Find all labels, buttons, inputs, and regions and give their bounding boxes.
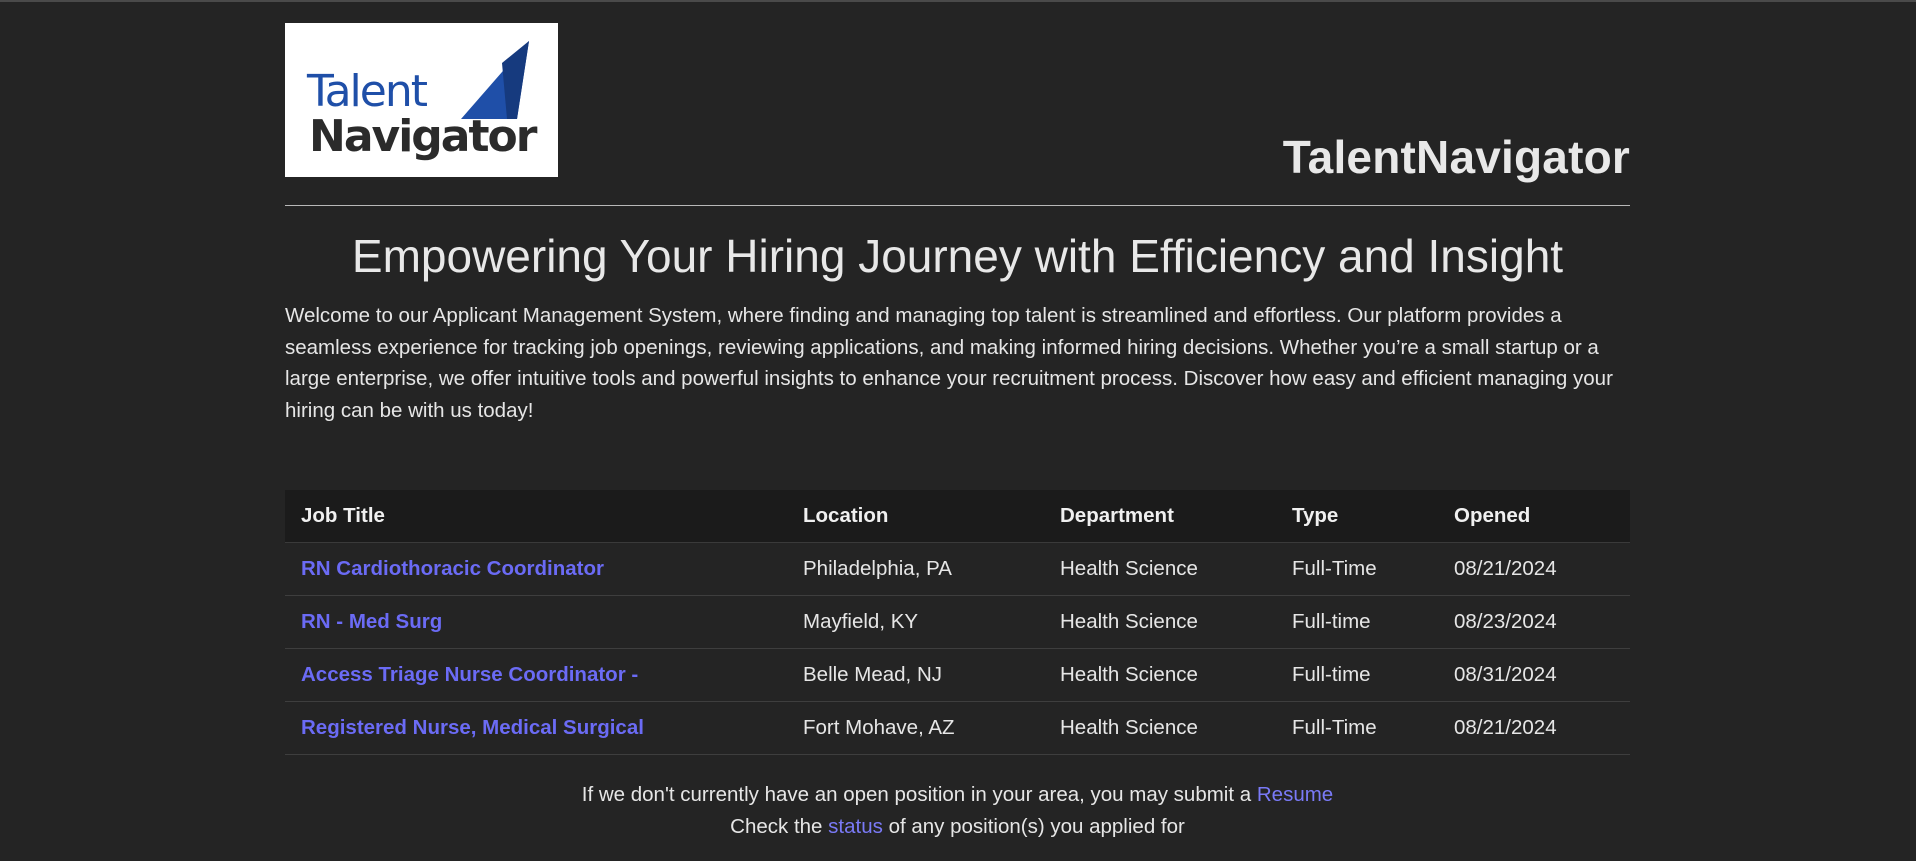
opened-cell: 08/31/2024 xyxy=(1438,648,1630,702)
status-link[interactable]: status xyxy=(828,815,883,838)
resume-link[interactable]: Resume xyxy=(1257,783,1333,806)
job-title-link[interactable]: RN - Med Surg xyxy=(301,610,442,633)
opened-cell: 08/23/2024 xyxy=(1438,595,1630,649)
type-cell: Full-time xyxy=(1276,595,1438,649)
table-row: RN Cardiothoracic Coordinator Philadelph… xyxy=(285,542,1630,596)
logo-text-navigator: Navigator xyxy=(309,111,538,162)
job-title-cell: Access Triage Nurse Coordinator - xyxy=(285,648,787,702)
talent-navigator-logo[interactable]: Talent Navigator xyxy=(285,23,558,177)
location-cell: Belle Mead, NJ xyxy=(787,648,1044,702)
logo-text-talent: Talent xyxy=(306,66,428,117)
page-container: Talent Navigator TalentNavigator Empower… xyxy=(285,23,1630,843)
location-cell: Fort Mohave, AZ xyxy=(787,701,1044,755)
page-headline: Empowering Your Hiring Journey with Effi… xyxy=(351,230,1564,282)
job-title-link[interactable]: Registered Nurse, Medical Surgical xyxy=(301,716,644,739)
department-cell: Health Science xyxy=(1044,648,1276,702)
logo-graphic: Talent Navigator xyxy=(306,41,540,162)
job-title-cell: RN Cardiothoracic Coordinator xyxy=(285,542,787,596)
status-line: Check the status of any position(s) you … xyxy=(285,811,1630,843)
logo-triangle-shade xyxy=(502,41,529,119)
table-row: Access Triage Nurse Coordinator - Belle … xyxy=(285,648,1630,702)
location-cell: Philadelphia, PA xyxy=(787,542,1044,596)
opened-cell: 08/21/2024 xyxy=(1438,542,1630,596)
site-header: Talent Navigator TalentNavigator xyxy=(285,23,1630,206)
table-row: RN - Med Surg Mayfield, KY Health Scienc… xyxy=(285,595,1630,649)
intro-paragraph: Welcome to our Applicant Management Syst… xyxy=(285,304,1613,422)
department-cell: Health Science xyxy=(1044,701,1276,755)
footer-note: If we don't currently have an open posit… xyxy=(285,779,1630,843)
department-cell: Health Science xyxy=(1044,595,1276,649)
job-openings-table: Job Title Location Department Type Opene… xyxy=(285,490,1630,755)
column-header-opened: Opened xyxy=(1438,490,1630,543)
job-title-cell: Registered Nurse, Medical Surgical xyxy=(285,701,787,755)
type-cell: Full-Time xyxy=(1276,701,1438,755)
table-header-row: Job Title Location Department Type Opene… xyxy=(285,490,1630,543)
job-title-link[interactable]: Access Triage Nurse Coordinator - xyxy=(301,663,638,686)
status-line-after: of any position(s) you applied for xyxy=(888,815,1185,838)
table-row: Registered Nurse, Medical Surgical Fort … xyxy=(285,701,1630,755)
site-title: TalentNavigator xyxy=(1282,131,1630,183)
type-cell: Full-Time xyxy=(1276,542,1438,596)
opened-cell: 08/21/2024 xyxy=(1438,701,1630,755)
top-border xyxy=(0,0,1916,2)
resume-line-text: If we don't currently have an open posit… xyxy=(581,783,1252,806)
department-cell: Health Science xyxy=(1044,542,1276,596)
column-header-department: Department xyxy=(1044,490,1276,543)
column-header-job-title: Job Title xyxy=(285,490,787,543)
status-line-before: Check the xyxy=(730,815,823,838)
resume-line: If we don't currently have an open posit… xyxy=(285,779,1630,811)
column-header-type: Type xyxy=(1276,490,1438,543)
job-title-cell: RN - Med Surg xyxy=(285,595,787,649)
column-header-location: Location xyxy=(787,490,1044,543)
location-cell: Mayfield, KY xyxy=(787,595,1044,649)
job-title-link[interactable]: RN Cardiothoracic Coordinator xyxy=(301,557,604,580)
type-cell: Full-time xyxy=(1276,648,1438,702)
